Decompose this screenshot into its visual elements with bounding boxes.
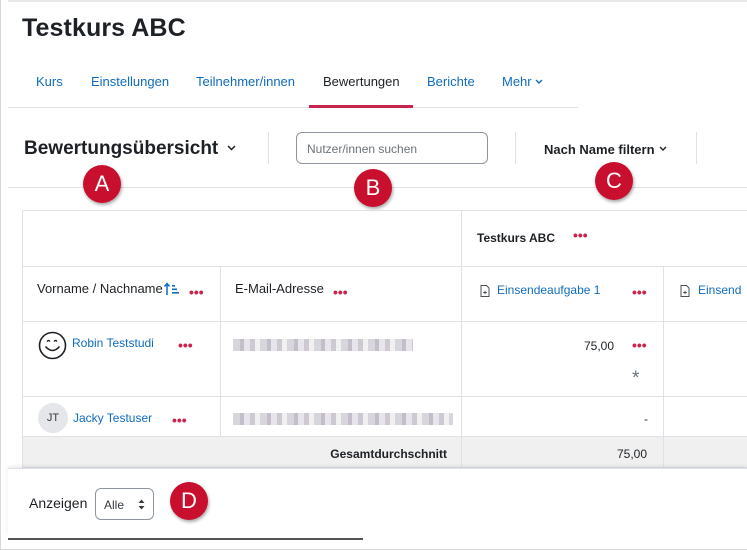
assignment2-column-header: Einsend bbox=[664, 267, 747, 322]
per-page-value: Alle bbox=[104, 498, 125, 512]
annotation-marker-c: C bbox=[595, 162, 633, 200]
tab-bewertungen[interactable]: Bewertungen bbox=[323, 74, 400, 89]
email-column-actions-menu[interactable]: ••• bbox=[333, 285, 348, 299]
tab-teilnehmer[interactable]: Teilnehmer/innen bbox=[196, 74, 295, 89]
toolbar-divider bbox=[696, 132, 697, 164]
assignment1-actions-menu[interactable]: ••• bbox=[632, 285, 647, 299]
tab-berichte[interactable]: Berichte bbox=[427, 74, 475, 89]
overridden-marker: * bbox=[632, 368, 640, 389]
bottom-edge bbox=[8, 538, 363, 540]
top-edge bbox=[8, 0, 747, 2]
updown-caret-icon bbox=[138, 499, 145, 510]
tab-einstellungen[interactable]: Einstellungen bbox=[91, 74, 169, 89]
name-filter-button[interactable]: Nach Name filtern bbox=[544, 142, 667, 157]
per-page-select[interactable]: Alle bbox=[95, 488, 154, 520]
tab-kurs[interactable]: Kurs bbox=[36, 74, 63, 89]
annotation-marker-b: B bbox=[354, 169, 392, 207]
toolbar-divider bbox=[268, 132, 269, 164]
assignment1-column-link[interactable]: Einsendeaufgabe 1 bbox=[497, 283, 600, 297]
average-value2-cell bbox=[664, 437, 747, 467]
category-header-cell: Testkurs ABC ••• bbox=[462, 211, 747, 267]
table-row-grade2-cell bbox=[664, 322, 747, 397]
name-column-label[interactable]: Vorname / Nachname bbox=[37, 281, 163, 296]
category-header-label: Testkurs ABC bbox=[477, 231, 556, 245]
user-search-input[interactable]: Nutzer/innen suchen bbox=[296, 132, 488, 164]
grade-value[interactable]: - bbox=[644, 412, 648, 426]
redacted-email bbox=[233, 339, 413, 351]
name-column-header: Vorname / Nachname ••• bbox=[23, 267, 221, 322]
annotation-marker-d: D bbox=[170, 482, 208, 520]
average-label-cell: Gesamtdurchschnitt bbox=[23, 437, 462, 467]
tab-mehr[interactable]: Mehr bbox=[502, 74, 543, 89]
email-column-header: E-Mail-Adresse ••• bbox=[221, 267, 462, 322]
table-row-email-cell bbox=[221, 397, 462, 437]
table-row-grade2-cell bbox=[664, 397, 747, 437]
average-value-cell: 75,00 bbox=[462, 437, 664, 467]
toolbar-divider bbox=[515, 132, 516, 164]
chevron-down-icon bbox=[659, 146, 667, 151]
table-row-email-cell bbox=[221, 322, 462, 397]
user-actions-menu[interactable]: ••• bbox=[178, 338, 193, 352]
table-row-grade-cell: - bbox=[462, 397, 664, 437]
name-column-actions-menu[interactable]: ••• bbox=[189, 285, 204, 299]
average-value: 75,00 bbox=[617, 447, 648, 461]
header-blank-cell bbox=[23, 211, 462, 267]
sticky-footer: Anzeigen Alle bbox=[8, 468, 747, 536]
sort-ascending-icon[interactable] bbox=[164, 282, 180, 296]
user-actions-menu[interactable]: ••• bbox=[172, 413, 187, 427]
assignment-icon bbox=[680, 285, 690, 297]
per-page-label: Anzeigen bbox=[29, 495, 88, 511]
grader-table: Testkurs ABC ••• Vorname / Nachname ••• … bbox=[22, 210, 747, 468]
report-selector-label: Bewertungsübersicht bbox=[24, 138, 219, 159]
assignment-icon bbox=[480, 285, 490, 297]
course-title: Testkurs ABC bbox=[22, 14, 186, 42]
email-column-label: E-Mail-Adresse bbox=[235, 281, 324, 296]
average-label: Gesamtdurchschnitt bbox=[330, 447, 447, 461]
report-selector[interactable]: Bewertungsübersicht bbox=[24, 138, 236, 160]
chevron-down-icon bbox=[227, 145, 236, 151]
annotation-marker-a: A bbox=[83, 165, 121, 203]
redacted-email bbox=[233, 413, 453, 425]
user-name-link[interactable]: Jacky Testuser bbox=[73, 411, 152, 425]
assignment1-column-header: Einsendeaufgabe 1 ••• bbox=[462, 267, 664, 322]
user-name-link[interactable]: Robin Teststudi bbox=[72, 336, 154, 350]
table-row-user-cell: Robin Teststudi ••• bbox=[23, 322, 221, 397]
user-avatar: JT bbox=[38, 403, 68, 433]
smiley-avatar-icon bbox=[38, 331, 67, 360]
course-nav-tabs: Kurs Einstellungen Teilnehmer/innen Bewe… bbox=[8, 62, 578, 108]
assignment2-column-link[interactable]: Einsend bbox=[698, 283, 741, 297]
category-actions-menu[interactable]: ••• bbox=[573, 228, 588, 242]
tab-mehr-label: Mehr bbox=[502, 74, 532, 89]
name-filter-label: Nach Name filtern bbox=[544, 142, 655, 157]
chevron-down-icon bbox=[535, 79, 543, 84]
grade-value[interactable]: 75,00 bbox=[584, 339, 614, 353]
table-row-grade-cell: 75,00 ••• * bbox=[462, 322, 664, 397]
table-row-user-cell: JT Jacky Testuser ••• bbox=[23, 397, 221, 437]
grade-actions-menu[interactable]: ••• bbox=[632, 338, 647, 352]
